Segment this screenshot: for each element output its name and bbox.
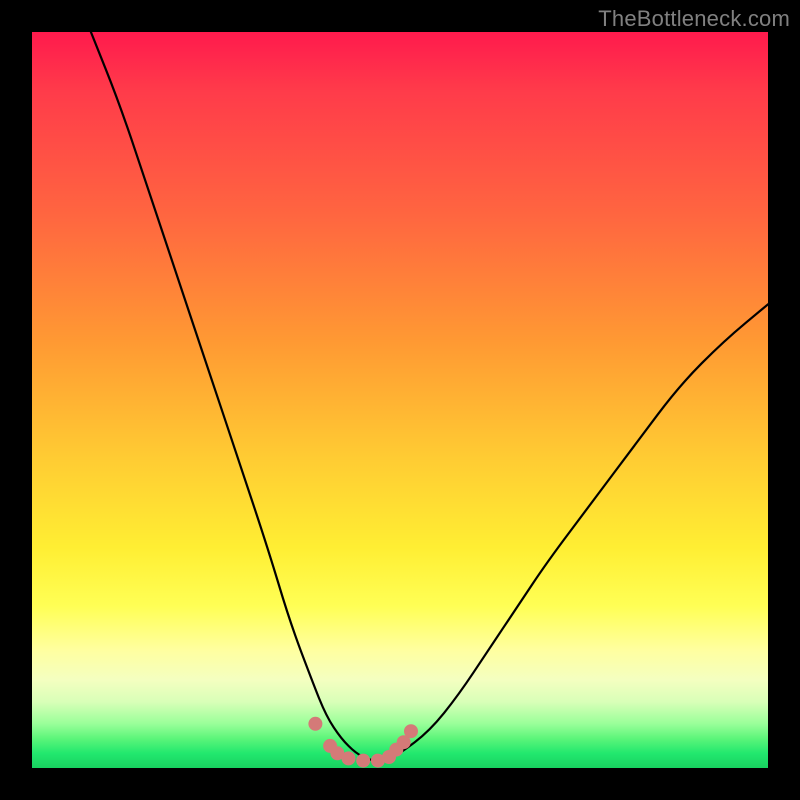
plot-area	[32, 32, 768, 768]
floor-dot	[404, 724, 418, 738]
bottleneck-curve	[91, 32, 768, 761]
outer-frame: TheBottleneck.com	[0, 0, 800, 800]
watermark-text: TheBottleneck.com	[598, 6, 790, 32]
floor-dot	[356, 754, 370, 768]
floor-dots-group	[308, 717, 418, 768]
curve-svg	[32, 32, 768, 768]
floor-dot	[342, 751, 356, 765]
floor-dot	[308, 717, 322, 731]
